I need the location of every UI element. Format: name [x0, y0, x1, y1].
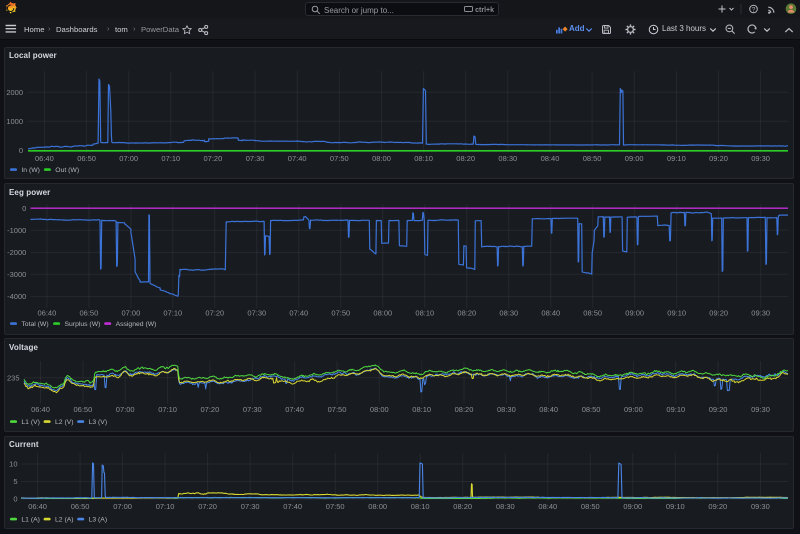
svg-text:07:20: 07:20: [204, 154, 223, 163]
svg-text:09:20: 09:20: [708, 502, 727, 511]
svg-text:0: 0: [19, 146, 23, 155]
svg-text:08:10: 08:10: [411, 502, 430, 511]
svg-text:08:50: 08:50: [581, 502, 600, 511]
svg-text:Total (W): Total (W): [21, 321, 48, 328]
svg-text:07:30: 07:30: [246, 154, 265, 163]
svg-text:Surplus (W): Surplus (W): [65, 321, 101, 328]
svg-text:09:00: 09:00: [625, 154, 644, 163]
svg-text:06:50: 06:50: [80, 309, 99, 318]
svg-text:07:20: 07:20: [201, 405, 220, 414]
svg-text:08:20: 08:20: [455, 405, 474, 414]
svg-text:10: 10: [9, 460, 17, 469]
svg-text:08:50: 08:50: [582, 405, 601, 414]
svg-text:07:10: 07:10: [163, 309, 182, 318]
svg-text:09:10: 09:10: [667, 309, 686, 318]
svg-text:0: 0: [13, 495, 17, 504]
svg-text:06:40: 06:40: [31, 405, 50, 414]
svg-text:L3 (V): L3 (V): [89, 419, 108, 426]
svg-text:07:50: 07:50: [328, 405, 347, 414]
svg-text:09:30: 09:30: [751, 405, 770, 414]
svg-text:08:40: 08:40: [541, 309, 560, 318]
svg-text:-1000: -1000: [7, 226, 26, 235]
svg-text:08:00: 08:00: [372, 154, 391, 163]
svg-text:09:00: 09:00: [623, 502, 642, 511]
svg-text:In (W): In (W): [21, 167, 40, 174]
svg-text:07:30: 07:30: [243, 405, 262, 414]
svg-text:07:10: 07:10: [158, 405, 177, 414]
svg-text:L2 (V): L2 (V): [55, 419, 74, 426]
svg-text:08:10: 08:10: [414, 154, 433, 163]
svg-text:06:40: 06:40: [28, 502, 47, 511]
svg-text:07:10: 07:10: [156, 502, 175, 511]
svg-text:08:40: 08:40: [538, 502, 557, 511]
svg-text:06:40: 06:40: [35, 154, 54, 163]
svg-text:07:50: 07:50: [331, 309, 350, 318]
svg-text:08:30: 08:30: [497, 405, 516, 414]
svg-text:1000: 1000: [6, 117, 23, 126]
svg-text:09:20: 09:20: [709, 154, 728, 163]
svg-text:06:50: 06:50: [74, 405, 93, 414]
svg-text:5: 5: [13, 477, 17, 486]
svg-text:07:50: 07:50: [330, 154, 349, 163]
svg-text:07:40: 07:40: [285, 405, 304, 414]
svg-text:07:00: 07:00: [113, 502, 132, 511]
svg-text:08:20: 08:20: [453, 502, 472, 511]
svg-text:08:10: 08:10: [415, 309, 434, 318]
svg-text:08:20: 08:20: [456, 154, 475, 163]
svg-text:09:30: 09:30: [751, 502, 770, 511]
svg-text:07:00: 07:00: [116, 405, 135, 414]
svg-text:07:30: 07:30: [241, 502, 260, 511]
svg-text:08:40: 08:40: [541, 154, 560, 163]
svg-text:09:10: 09:10: [666, 405, 685, 414]
svg-text:Out (W): Out (W): [55, 167, 79, 174]
svg-text:07:20: 07:20: [198, 502, 217, 511]
svg-text:-3000: -3000: [7, 270, 26, 279]
svg-text:09:00: 09:00: [624, 405, 643, 414]
svg-text:07:20: 07:20: [205, 309, 224, 318]
svg-text:09:30: 09:30: [751, 154, 770, 163]
svg-text:07:00: 07:00: [122, 309, 141, 318]
svg-text:09:30: 09:30: [751, 309, 770, 318]
svg-text:08:40: 08:40: [539, 405, 558, 414]
svg-text:08:00: 08:00: [368, 502, 387, 511]
svg-text:2000: 2000: [6, 88, 23, 97]
svg-text:L1 (A): L1 (A): [21, 516, 40, 523]
svg-text:L1 (V): L1 (V): [21, 419, 40, 426]
svg-text:08:50: 08:50: [583, 309, 602, 318]
svg-text:07:50: 07:50: [326, 502, 345, 511]
svg-text:07:40: 07:40: [289, 309, 308, 318]
svg-text:08:10: 08:10: [412, 405, 431, 414]
svg-text:06:50: 06:50: [77, 154, 96, 163]
svg-text:09:10: 09:10: [667, 154, 686, 163]
svg-text:08:00: 08:00: [373, 309, 392, 318]
svg-text:09:00: 09:00: [625, 309, 644, 318]
svg-text:07:40: 07:40: [288, 154, 307, 163]
svg-text:07:30: 07:30: [247, 309, 266, 318]
svg-text:08:30: 08:30: [498, 154, 517, 163]
svg-text:07:10: 07:10: [161, 154, 180, 163]
svg-text:Assigned (W): Assigned (W): [116, 321, 157, 328]
svg-text:L2 (A): L2 (A): [55, 516, 74, 523]
svg-text:08:30: 08:30: [499, 309, 518, 318]
svg-text:08:50: 08:50: [583, 154, 602, 163]
svg-text:07:40: 07:40: [283, 502, 302, 511]
svg-text:0: 0: [22, 204, 26, 213]
svg-text:08:20: 08:20: [457, 309, 476, 318]
svg-text:06:50: 06:50: [71, 502, 90, 511]
svg-text:-4000: -4000: [7, 292, 26, 301]
svg-text:09:20: 09:20: [709, 309, 728, 318]
svg-text:08:00: 08:00: [370, 405, 389, 414]
svg-text:09:20: 09:20: [709, 405, 728, 414]
svg-text:235: 235: [7, 373, 20, 382]
svg-text:08:30: 08:30: [496, 502, 515, 511]
svg-text:06:40: 06:40: [38, 309, 57, 318]
svg-text:09:10: 09:10: [666, 502, 685, 511]
svg-text:L3 (A): L3 (A): [89, 516, 108, 523]
svg-text:07:00: 07:00: [119, 154, 138, 163]
svg-text:-2000: -2000: [7, 248, 26, 257]
